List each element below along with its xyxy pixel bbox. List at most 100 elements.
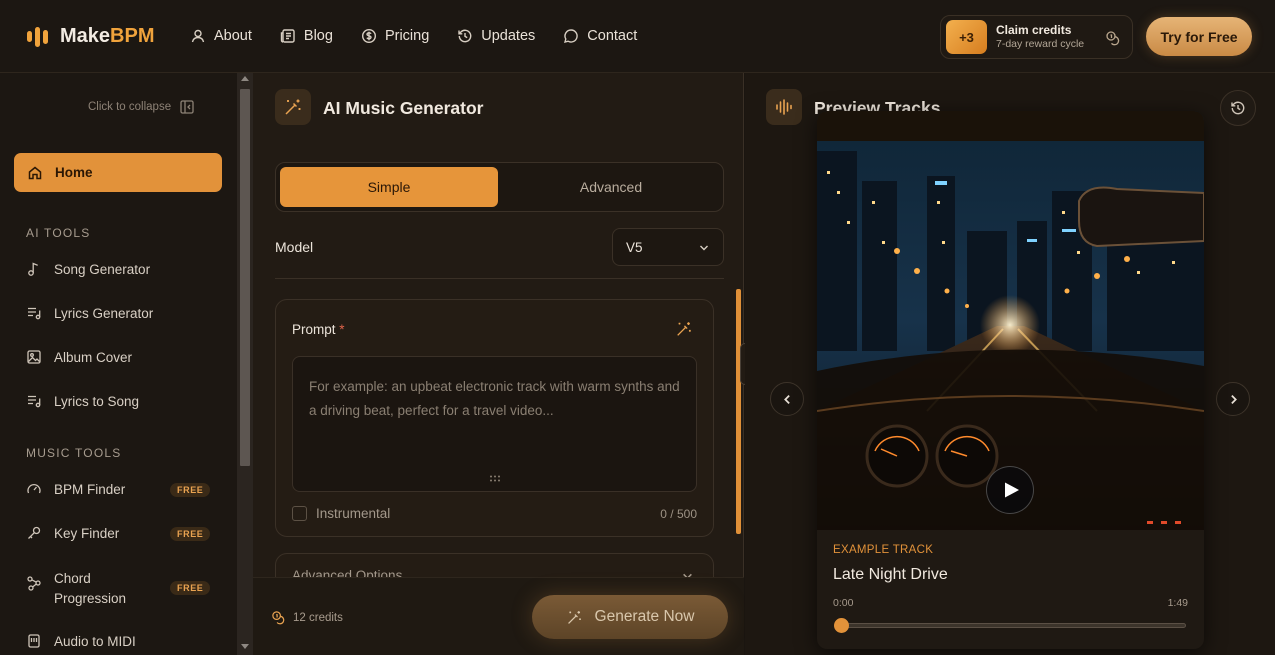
instrumental-checkbox[interactable]: [292, 506, 307, 521]
music-note-icon: [28, 262, 38, 276]
generate-label: Generate Now: [594, 608, 695, 625]
collapse-sidebar-button[interactable]: Click to collapse: [88, 99, 195, 115]
key-icon: [28, 526, 41, 539]
ai-tools-heading: AI TOOLS: [26, 226, 91, 240]
time-total: 1:49: [1167, 597, 1188, 609]
sidebar-item-lyrics-generator[interactable]: Lyrics Generator: [26, 305, 153, 321]
required-asterisk: *: [339, 322, 345, 337]
sidebar-item-label: Album Cover: [54, 349, 133, 365]
brand-name: MakeBPM: [60, 25, 155, 47]
gauge-icon: [27, 483, 41, 494]
advanced-options-label: Advanced Options: [292, 568, 403, 577]
free-badge: FREE: [170, 581, 211, 595]
sidebar-scrollbar-thumb[interactable]: [240, 89, 250, 466]
scroll-down-arrow-icon[interactable]: [241, 644, 249, 649]
chord-icon: [27, 576, 41, 591]
credits-text: 12 credits: [293, 611, 343, 624]
sidebar-item-album-cover[interactable]: Album Cover: [26, 349, 132, 365]
sidebar-item-label: Key Finder: [54, 525, 120, 541]
prompt-label: Prompt *: [292, 322, 345, 337]
advanced-options-toggle[interactable]: Advanced Options: [275, 553, 714, 577]
image-icon: [27, 350, 41, 364]
claim-subtitle: 7-day reward cycle: [996, 37, 1085, 50]
nav-blog[interactable]: Blog: [280, 28, 333, 44]
sidebar-item-label: Home: [55, 165, 93, 180]
chat-icon: [564, 29, 579, 43]
waveform-icon: [766, 89, 802, 125]
form-scrollbar-thumb[interactable]: [736, 289, 741, 534]
claim-text: Claim credits 7-day reward cycle: [996, 23, 1084, 51]
sidebar: Click to collapse Home AI TOOLS Song Gen…: [0, 73, 237, 655]
sidebar-item-label: Lyrics Generator: [54, 305, 154, 321]
playback-progress-bar[interactable]: [835, 623, 1186, 628]
main-nav: About Blog Pricing Updates Contact: [190, 28, 637, 44]
next-track-button[interactable]: [1216, 382, 1250, 416]
scroll-up-arrow-icon[interactable]: [241, 76, 249, 81]
nav-label: Blog: [303, 28, 333, 44]
coins-icon: [272, 611, 285, 625]
sidebar-item-home[interactable]: Home: [14, 153, 222, 192]
generator-footer: 12 credits Generate Now: [253, 577, 744, 655]
magic-wand-icon[interactable]: [675, 320, 693, 338]
sidebar-item-label: BPM Finder: [54, 481, 126, 497]
coins-icon: [1106, 31, 1120, 46]
sidebar-item-audio-to-midi[interactable]: Audio to MIDI: [26, 633, 136, 649]
free-badge: FREE: [170, 527, 211, 541]
sidebar-item-label: Song Generator: [54, 261, 151, 277]
instrumental-toggle[interactable]: Instrumental: [292, 506, 390, 521]
mode-switch: Simple Advanced: [275, 162, 724, 212]
lyrics-icon: [28, 307, 41, 320]
claim-credits-card[interactable]: +3 Claim credits 7-day reward cycle: [940, 15, 1133, 59]
tab-advanced[interactable]: Advanced: [502, 167, 720, 207]
chevron-down-icon: [700, 245, 708, 251]
nav-updates[interactable]: Updates: [457, 28, 535, 44]
history-button[interactable]: [1220, 90, 1256, 126]
track-card: EXAMPLE TRACK Late Night Drive 0:00 1:49: [817, 111, 1204, 649]
try-for-free-button[interactable]: Try for Free: [1146, 17, 1252, 56]
sidebar-item-song-generator[interactable]: Song Generator: [26, 261, 150, 277]
brand-logo[interactable]: MakeBPM: [27, 25, 154, 48]
music-tools-heading: MUSIC TOOLS: [26, 446, 122, 460]
prompt-placeholder: For example: an upbeat electronic track …: [309, 379, 680, 418]
dollar-icon: [361, 28, 376, 44]
midi-icon: [28, 634, 40, 648]
chevron-left-icon: [783, 394, 790, 404]
music-generator-panel: AI Music Generator Simple Advanced Model…: [253, 73, 744, 655]
play-button[interactable]: [986, 466, 1034, 514]
sidebar-collapse-icon: [180, 100, 194, 114]
generate-now-button[interactable]: Generate Now: [532, 595, 728, 639]
sidebar-item-bpm-finder[interactable]: BPM Finder: [26, 481, 125, 497]
resize-grip-icon[interactable]: [489, 475, 501, 482]
nav-about[interactable]: About: [190, 28, 252, 44]
free-badge: FREE: [170, 483, 211, 497]
magic-wand-icon: [275, 89, 311, 125]
news-icon: [280, 29, 295, 43]
form-scroll-area: Prompt * For example: an upbeat electron…: [253, 279, 744, 577]
chevron-right-icon: [1230, 394, 1237, 404]
nav-label: Contact: [587, 28, 638, 44]
preview-panel: Preview Tracks EXAMPLE TRACK Late Night …: [745, 73, 1275, 655]
nav-label: Pricing: [384, 28, 430, 44]
nav-label: About: [214, 28, 252, 44]
instrumental-label: Instrumental: [316, 506, 391, 521]
previous-track-button[interactable]: [770, 382, 804, 416]
model-label: Model: [275, 239, 314, 255]
sidebar-item-chord-progression[interactable]: Chord Progression: [26, 569, 144, 609]
track-tag: EXAMPLE TRACK: [833, 544, 934, 556]
playback-progress-knob[interactable]: [834, 618, 849, 633]
nav-contact[interactable]: Contact: [563, 28, 637, 44]
user-icon: [191, 29, 205, 43]
play-icon: [1004, 482, 1019, 498]
sidebar-item-label: Audio to MIDI: [54, 633, 136, 649]
sidebar-item-lyrics-to-song[interactable]: Lyrics to Song: [26, 393, 139, 409]
nav-pricing[interactable]: Pricing: [361, 28, 429, 44]
collapse-label: Click to collapse: [88, 101, 172, 113]
home-icon: [28, 166, 42, 179]
model-value: V5: [626, 239, 643, 255]
nav-label: Updates: [481, 28, 536, 44]
prompt-textarea[interactable]: For example: an upbeat electronic track …: [292, 356, 697, 492]
model-select[interactable]: V5: [612, 228, 724, 266]
sidebar-item-key-finder[interactable]: Key Finder: [26, 525, 119, 541]
tab-simple[interactable]: Simple: [280, 167, 498, 207]
claim-title: Claim credits: [996, 22, 1072, 37]
